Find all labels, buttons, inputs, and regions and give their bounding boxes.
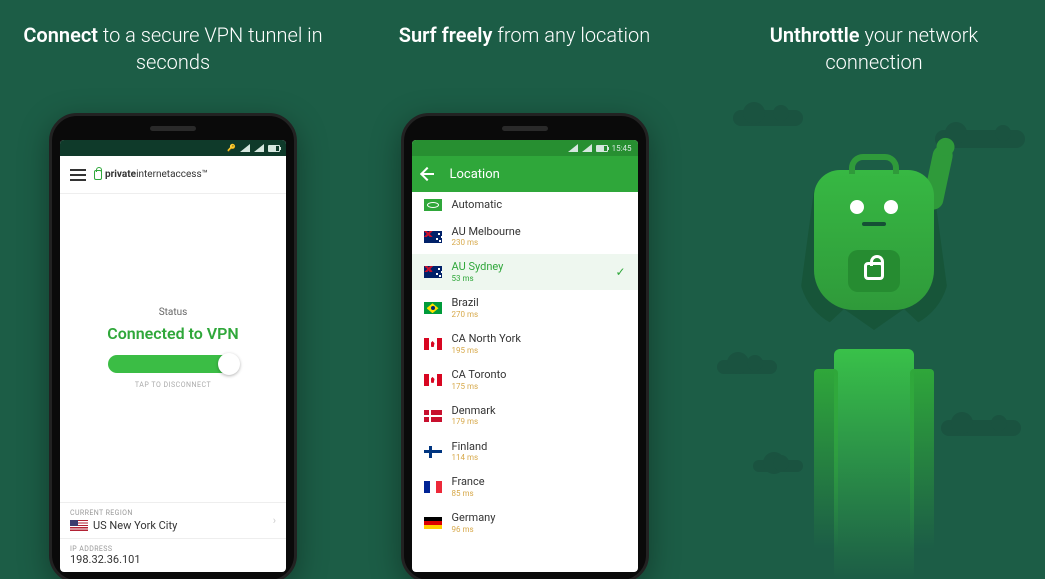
app-toolbar: privateinternetaccess™: [60, 156, 286, 194]
headline-1: Connect to a secure VPN tunnel in second…: [0, 0, 346, 76]
status-area: Status Connected to VPN TAP TO DISCONNEC…: [60, 194, 286, 502]
android-statusbar: 15:45: [412, 140, 638, 156]
chevron-right-icon: ›: [273, 514, 276, 527]
wifi-icon: [240, 144, 250, 152]
cloud-icon: [941, 420, 1021, 436]
phone-mockup-2: 15:45 Location Automatic AU Melbourne230 …: [401, 113, 649, 579]
location-row[interactable]: AU Melbourne230 ms: [412, 219, 638, 255]
flag-icon: [424, 231, 442, 243]
location-latency: 270 ms: [452, 310, 479, 319]
location-name: Finland: [452, 441, 488, 454]
menu-icon[interactable]: [70, 169, 86, 181]
location-latency: 96 ms: [452, 525, 496, 534]
panel-unthrottle: Unthrottle your network connection: [703, 0, 1045, 579]
phone-mockup-1: 🔑 privateinternetaccess™ Status Connecte…: [49, 113, 297, 579]
current-region-row[interactable]: CURRENT REGION US New York City ›: [60, 503, 286, 539]
flag-icon: [424, 446, 442, 458]
wifi-icon: [568, 144, 578, 152]
flag-icon: [424, 302, 442, 314]
pocket: [848, 250, 900, 292]
tap-hint: TAP TO DISCONNECT: [135, 381, 211, 389]
flag-icon: [424, 199, 442, 211]
location-latency: 195 ms: [452, 346, 521, 355]
back-icon[interactable]: [422, 166, 438, 182]
check-icon: ✓: [615, 265, 625, 279]
handle: [849, 154, 899, 174]
location-row[interactable]: Automatic: [412, 192, 638, 219]
cloud-icon: [733, 110, 803, 126]
flag-icon: [424, 266, 442, 278]
location-name: CA North York: [452, 333, 521, 346]
status-caption: Status: [159, 307, 188, 318]
location-latency: 230 ms: [452, 238, 521, 247]
screen-2: 15:45 Location Automatic AU Melbourne230 …: [412, 140, 638, 572]
mouth: [862, 222, 886, 226]
battery-icon: [596, 145, 608, 152]
footer-info: CURRENT REGION US New York City › IP ADD…: [60, 502, 286, 572]
location-name: Brazil: [452, 297, 479, 310]
vpn-key-icon: 🔑: [227, 144, 236, 152]
panel-surf: Surf freely from any location 15:45 Loca…: [360, 0, 689, 579]
location-latency: 175 ms: [452, 382, 507, 391]
location-row[interactable]: AU Sydney53 ms ✓: [412, 254, 638, 290]
flag-icon: [424, 517, 442, 529]
location-row[interactable]: Finland114 ms: [412, 434, 638, 470]
mascot-illustration: [703, 100, 1045, 579]
location-latency: 85 ms: [452, 489, 485, 498]
toolbar-title: Location: [450, 167, 500, 182]
status-text: Connected to VPN: [107, 324, 239, 343]
location-name: Denmark: [452, 405, 496, 418]
location-name: Germany: [452, 512, 496, 525]
ip-label: IP ADDRESS: [70, 545, 276, 553]
ip-row: IP ADDRESS 198.32.36.101: [60, 539, 286, 572]
location-row[interactable]: CA North York195 ms: [412, 326, 638, 362]
location-toolbar: Location: [412, 156, 638, 192]
location-row[interactable]: Germany96 ms: [412, 505, 638, 541]
android-statusbar: 🔑: [60, 140, 286, 156]
robot-body: [814, 170, 934, 310]
connect-toggle[interactable]: [108, 355, 238, 373]
location-latency: 53 ms: [452, 274, 504, 283]
flag-icon: [424, 410, 442, 422]
eye-icon: [850, 200, 864, 214]
cloud-icon: [717, 360, 777, 374]
location-latency: 179 ms: [452, 417, 496, 426]
region-label: CURRENT REGION: [70, 509, 177, 517]
location-latency: 114 ms: [452, 453, 488, 462]
flag-icon: [424, 481, 442, 493]
location-name: AU Sydney: [452, 261, 504, 274]
screen-1: 🔑 privateinternetaccess™ Status Connecte…: [60, 140, 286, 572]
ip-value: 198.32.36.101: [70, 553, 276, 566]
location-name: France: [452, 476, 485, 489]
pia-robot: [804, 170, 944, 310]
headline-2: Surf freely from any location: [360, 0, 689, 49]
padlock-icon: [864, 262, 884, 280]
lock-icon: [94, 170, 102, 180]
toggle-knob[interactable]: [218, 353, 240, 375]
speed-beam: [834, 349, 914, 579]
eye-icon: [884, 200, 898, 214]
brand-logo: privateinternetaccess™: [94, 169, 208, 180]
flag-icon: [424, 338, 442, 350]
location-name: Automatic: [452, 199, 503, 212]
battery-icon: [268, 145, 280, 152]
signal-icon: [254, 144, 264, 152]
clock: 15:45: [612, 144, 632, 153]
location-row[interactable]: Denmark179 ms: [412, 398, 638, 434]
flag-icon: [70, 520, 88, 532]
headline-3: Unthrottle your network connection: [703, 0, 1045, 76]
panel-connect: Connect to a secure VPN tunnel in second…: [0, 0, 346, 579]
cloud-icon: [753, 460, 803, 472]
location-list[interactable]: AutomaticAU Melbourne230 msAU Sydney53 m…: [412, 192, 638, 572]
location-row[interactable]: CA Toronto175 ms: [412, 362, 638, 398]
location-name: AU Melbourne: [452, 226, 521, 239]
location-row[interactable]: Brazil270 ms: [412, 290, 638, 326]
region-value: US New York City: [93, 519, 177, 532]
location-name: CA Toronto: [452, 369, 507, 382]
location-row[interactable]: France85 ms: [412, 469, 638, 505]
flag-icon: [424, 374, 442, 386]
signal-icon: [582, 144, 592, 152]
